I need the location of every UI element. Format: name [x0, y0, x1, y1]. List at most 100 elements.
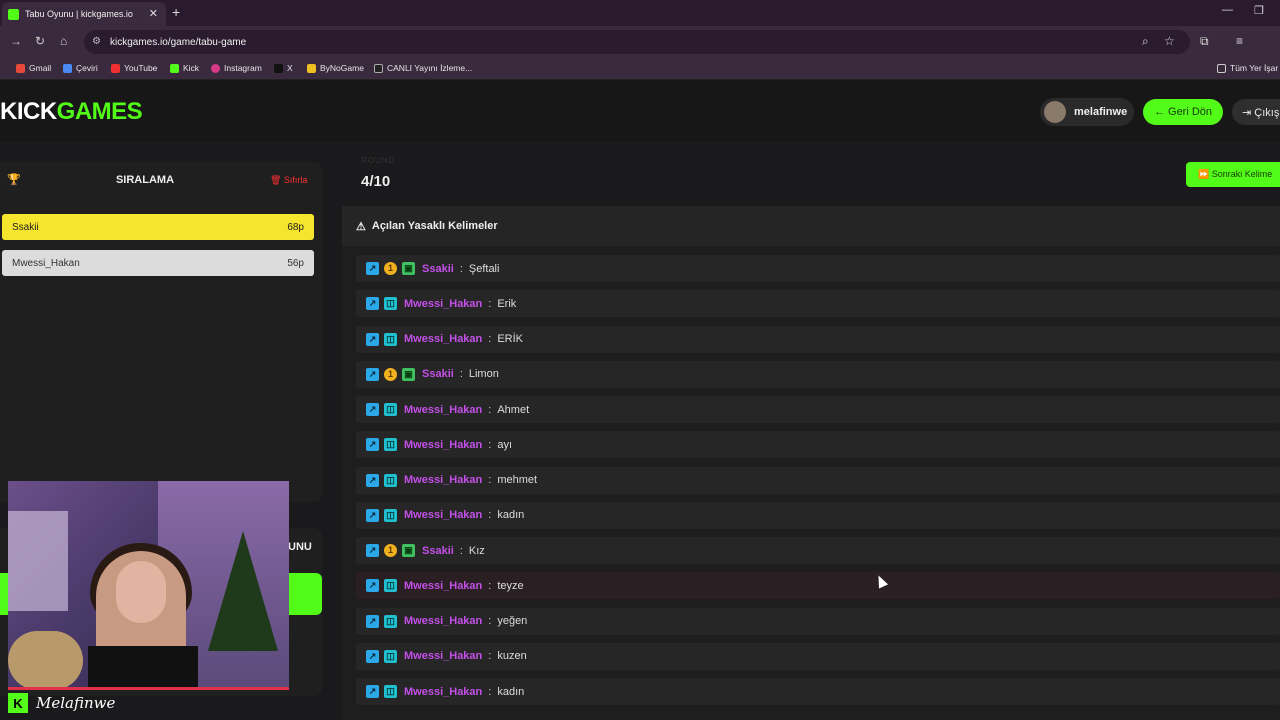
chat-username[interactable]: Mwessi_Hakan — [404, 404, 482, 416]
list-item: ↗ ◫ Mwessi_Hakan: mehmet — [356, 466, 1280, 494]
streamer-name: Melafinwe — [36, 694, 116, 712]
forbidden-words-panel: ⚠ Açılan Yasaklı Kelimeler ↗ 1 ▣ Ssakii: Şef… — [342, 206, 1280, 720]
media-icon[interactable]: ≡ — [1236, 34, 1243, 48]
ranking-points: 56p — [287, 257, 304, 269]
chat-username[interactable]: Ssakii — [422, 263, 454, 275]
bookmark-canli[interactable]: CANLI Yayını İzleme... — [374, 63, 472, 73]
x-icon — [274, 63, 283, 73]
bookmark-ceviri[interactable]: Çeviri — [63, 63, 98, 73]
forbidden-words-title: Açılan Yasaklı Kelimeler — [371, 220, 498, 232]
separator: : — [488, 474, 492, 486]
forward-icon[interactable]: → — [10, 34, 22, 48]
forbidden-words-header: ⚠ Açılan Yasaklı Kelimeler — [342, 206, 1280, 246]
bookmark-instagram[interactable]: Instagram — [211, 63, 262, 73]
bookmark-youtube[interactable]: YouTube — [111, 63, 157, 73]
chat-username[interactable]: Mwessi_Hakan — [404, 298, 482, 310]
chat-username[interactable]: Mwessi_Hakan — [404, 615, 482, 627]
ranking-points: 68p — [287, 221, 304, 233]
pin-badge-icon: ↗ — [366, 614, 379, 628]
zoom-icon[interactable]: ⌕ — [1142, 34, 1149, 49]
round-label: ROUND — [361, 156, 396, 165]
list-item: ↗ ◫ Mwessi_Hakan: teyze — [356, 572, 1280, 600]
chat-username[interactable]: Mwessi_Hakan — [404, 439, 482, 451]
next-word-button[interactable]: ⏩ Sonraki Kelime — [1186, 162, 1280, 187]
chat-username[interactable]: Mwessi_Hakan — [404, 580, 482, 592]
separator: : — [488, 650, 492, 663]
subscriber-badge-icon: ◫ — [384, 332, 397, 346]
bookmark-star-icon[interactable]: ☆ — [1164, 34, 1175, 48]
streamer-label: K Melafinwe — [8, 690, 148, 716]
gift-badge-icon: ▣ — [402, 544, 415, 557]
avatar — [1044, 101, 1066, 123]
chat-username[interactable]: Ssakii — [422, 545, 454, 557]
bookmark-x[interactable]: X — [274, 63, 293, 73]
list-item: ↗ 1 ▣ Ssakii: Kız — [356, 537, 1280, 564]
restore-icon[interactable]: ❐ — [1254, 4, 1264, 17]
coin-badge-icon: 1 — [384, 544, 397, 557]
separator: : — [459, 544, 463, 557]
separator: : — [488, 509, 492, 522]
bookmarks-bar: Gmail Çeviri YouTube Kick Instagram X By… — [0, 58, 1280, 80]
bookmark-kick[interactable]: Kick — [170, 63, 199, 73]
chat-username[interactable]: Mwessi_Hakan — [404, 650, 482, 662]
browser-tabbar: Tabu Oyunu | kickgames.io ✕ + — ❐ — [0, 0, 1280, 26]
webcam-overlay — [8, 481, 289, 690]
forbidden-word: yeğen — [497, 615, 528, 627]
browser-tab[interactable]: Tabu Oyunu | kickgames.io ✕ — [2, 2, 166, 26]
chat-username[interactable]: Ssakii — [422, 368, 454, 380]
tab-title: Tabu Oyunu | kickgames.io — [25, 9, 133, 19]
list-item: ↗ ◫ Mwessi_Hakan: ERİK — [356, 325, 1280, 353]
new-tab-icon[interactable]: + — [172, 4, 180, 20]
pin-badge-icon: ↗ — [366, 649, 379, 663]
address-bar-row: → ↻ ⌂ ⚙ kickgames.io/game/tabu-game ⌕ ☆ … — [0, 26, 1280, 58]
chat-username[interactable]: Mwessi_Hakan — [404, 474, 482, 486]
ranking-entry: Ssakii 68p — [2, 214, 314, 240]
chat-username[interactable]: Mwessi_Hakan — [404, 333, 482, 345]
list-item: ↗ ◫ Mwessi_Hakan: Ahmet — [356, 396, 1280, 423]
url-input[interactable]: ⚙ kickgames.io/game/tabu-game — [84, 30, 1190, 54]
username: melafinwe — [1074, 106, 1128, 118]
subscriber-badge-icon: ◫ — [384, 614, 397, 628]
chat-username[interactable]: Mwessi_Hakan — [404, 509, 482, 521]
pin-badge-icon: ↗ — [366, 367, 379, 381]
gift-badge-icon: ▣ — [402, 367, 415, 381]
bookmark-gmail[interactable]: Gmail — [16, 63, 51, 73]
list-item: ↗ ◫ Mwessi_Hakan: kadın — [356, 501, 1280, 529]
list-item: ↗ ◫ Mwessi_Hakan: ayı — [356, 431, 1280, 459]
pin-badge-icon: ↗ — [366, 403, 379, 416]
coin-badge-icon: 1 — [384, 367, 397, 381]
forbidden-word: Şeftali — [468, 262, 500, 275]
exit-button[interactable]: ⇥ Çıkış — [1232, 99, 1280, 125]
subscriber-badge-icon: ◫ — [384, 297, 397, 311]
reset-button[interactable]: 🗑 Sıfırla — [270, 175, 307, 186]
forbidden-word: kadın — [497, 685, 525, 698]
home-icon[interactable]: ⌂ — [60, 34, 67, 48]
list-item: ↗ 1 ▣ Ssakii: Şeftali — [356, 255, 1280, 282]
separator: : — [488, 333, 492, 345]
user-profile-chip[interactable]: melafinwe — [1040, 98, 1134, 126]
chat-username[interactable]: Mwessi_Hakan — [404, 686, 482, 698]
back-button[interactable]: ← Geri Dön — [1143, 99, 1223, 125]
site-info-icon[interactable]: ⚙ — [92, 36, 101, 47]
forbidden-word: kadın — [497, 509, 525, 522]
coin-badge-icon: 1 — [384, 262, 397, 275]
christmas-tree — [208, 531, 278, 651]
reload-icon[interactable]: ↻ — [35, 34, 45, 48]
subscriber-badge-icon: ◫ — [384, 438, 397, 452]
kickgames-logo[interactable]: KICKGAMES — [0, 98, 143, 126]
separator: : — [488, 297, 492, 310]
forbidden-word: Kız — [468, 544, 485, 557]
bookmark-all[interactable]: Tüm Yer İşar — [1217, 63, 1278, 73]
subscriber-badge-icon: ◫ — [384, 579, 397, 593]
ranking-entry: Mwessi_Hakan 56p — [2, 250, 314, 276]
warning-icon: ⚠ — [356, 220, 366, 233]
minimize-icon[interactable]: — — [1222, 4, 1233, 16]
pin-badge-icon: ↗ — [366, 297, 379, 311]
panel-title: UNU — [288, 541, 312, 553]
list-item: ↗ ◫ Mwessi_Hakan: Erik — [356, 290, 1280, 318]
pin-badge-icon: ↗ — [366, 685, 379, 698]
forbidden-word: Limon — [468, 368, 499, 381]
bookmark-bynogame[interactable]: ByNoGame — [307, 63, 364, 73]
close-tab-icon[interactable]: ✕ — [149, 7, 158, 20]
extensions-icon[interactable]: ⧉ — [1200, 34, 1209, 49]
